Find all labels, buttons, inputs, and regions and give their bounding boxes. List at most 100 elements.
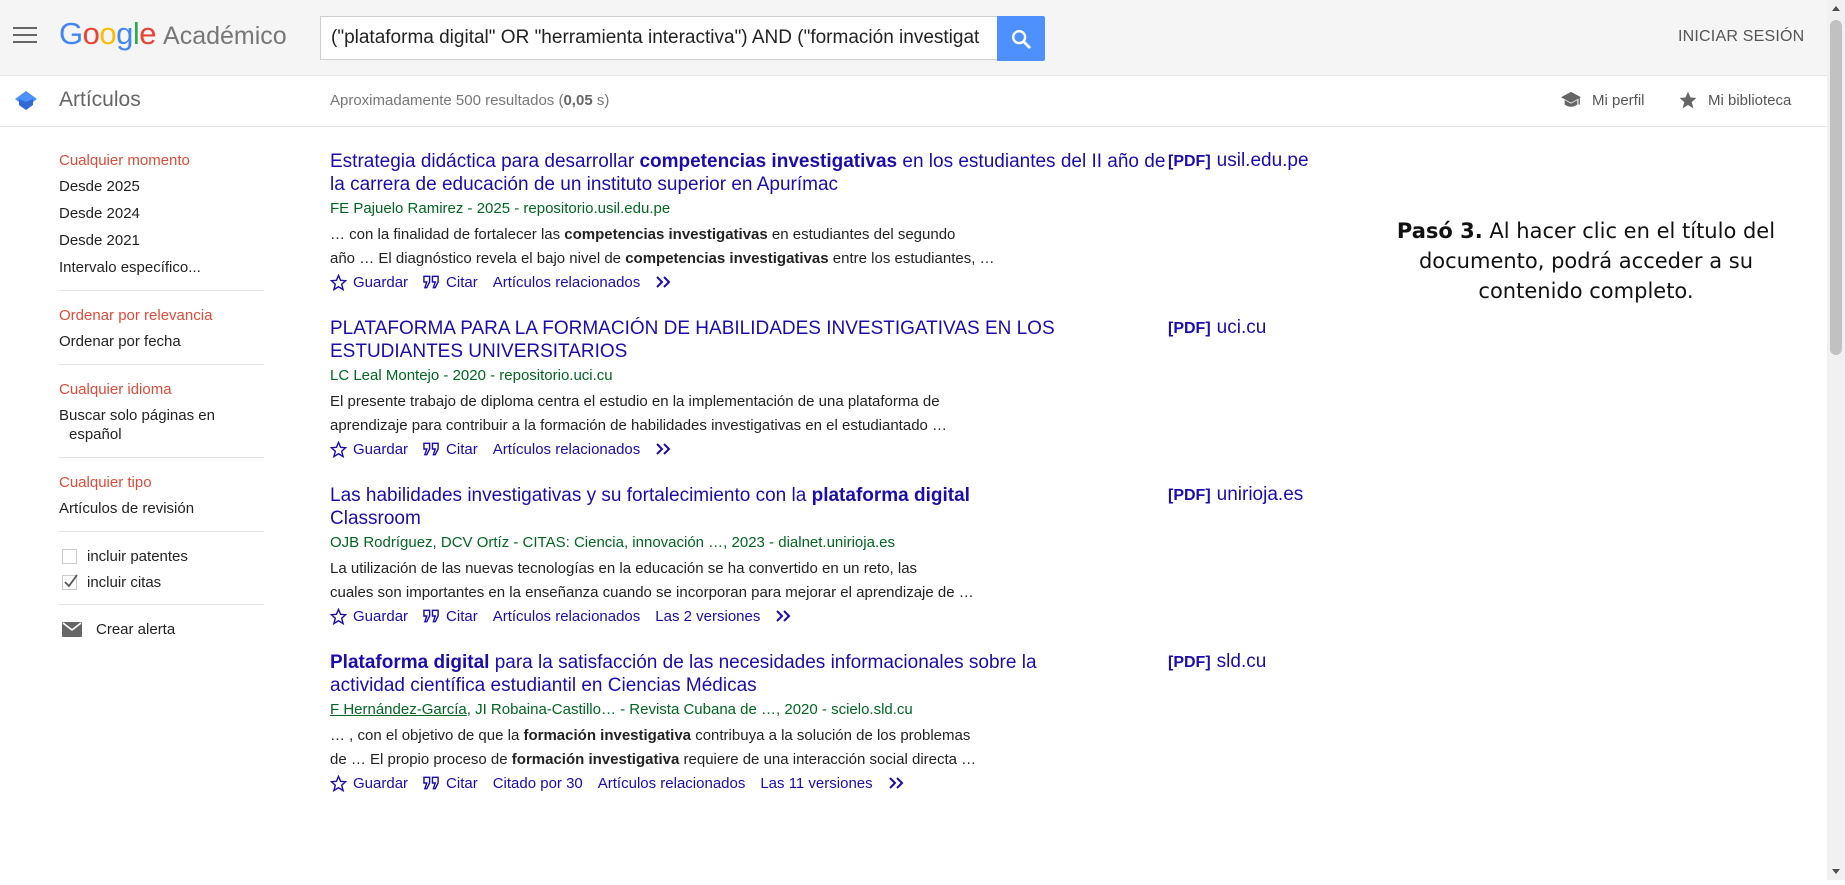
divider	[59, 457, 264, 458]
cite-button[interactable]: Citar	[423, 274, 478, 291]
search-box	[320, 16, 997, 60]
cited-by-link[interactable]: Citado por 30	[493, 775, 583, 792]
result-snippet: La utilización de las nuevas tecnologías…	[330, 560, 974, 601]
sub-bar: Artículos Aproximadamente 500 resultados…	[0, 76, 1827, 127]
result-title[interactable]: PLATAFORMA PARA LA FORMACIÓN DE HABILIDA…	[330, 317, 1090, 363]
pdf-link[interactable]: [PDF] usil.edu.pe	[1168, 150, 1309, 172]
more-options-icon[interactable]	[655, 275, 679, 289]
versions-link[interactable]: Las 2 versiones	[655, 608, 760, 625]
my-library-link[interactable]: Mi biblioteca	[1678, 90, 1791, 110]
save-button[interactable]: Guardar	[330, 440, 408, 458]
related-articles-link[interactable]: Artículos relacionados	[598, 775, 746, 792]
quote-icon	[423, 275, 439, 289]
quote-icon	[423, 776, 439, 790]
filter-since-2025[interactable]: Desde 2025	[59, 177, 264, 196]
result-item: PLATAFORMA PARA LA FORMACIÓN DE HABILIDA…	[330, 317, 1266, 460]
versions-link[interactable]: Las 11 versiones	[760, 775, 872, 792]
related-articles-link[interactable]: Artículos relacionados	[493, 441, 641, 458]
filter-spanish-only[interactable]: Buscar solo páginas en español	[59, 406, 264, 444]
results-list: Estrategia didáctica para desarrollar co…	[330, 150, 1309, 818]
author-link[interactable]: F Hernández-García	[330, 701, 467, 718]
my-profile-link[interactable]: Mi perfil	[1560, 90, 1645, 110]
search-input[interactable]	[321, 17, 997, 59]
pdf-link[interactable]: [PDF] uci.cu	[1168, 317, 1266, 339]
result-actions: Guardar Citar Artículos relacionados Las…	[330, 605, 1170, 627]
more-options-icon[interactable]	[655, 442, 679, 456]
my-library-label: Mi biblioteca	[1708, 91, 1792, 109]
cite-button[interactable]: Citar	[423, 608, 478, 625]
pdf-link[interactable]: [PDF] sld.cu	[1168, 651, 1266, 673]
quote-icon	[423, 442, 439, 456]
quote-icon	[423, 609, 439, 623]
tutorial-annotation: Pasó 3. Al hacer clic en el título del d…	[1380, 216, 1792, 306]
result-item: Estrategia didáctica para desarrollar co…	[330, 150, 1309, 293]
pdf-link[interactable]: [PDF] unirioja.es	[1168, 484, 1303, 506]
divider	[59, 364, 264, 365]
envelope-icon	[62, 622, 82, 637]
cite-button[interactable]: Citar	[423, 441, 478, 458]
result-actions: Guardar Citar Citado por 30 Artículos re…	[330, 772, 1170, 794]
result-title[interactable]: Las habilidades investigativas y su fort…	[330, 484, 1050, 530]
star-outline-icon	[330, 774, 347, 792]
top-bar: Google Académico INICIAR SESIÓN	[0, 0, 1827, 76]
result-authors: LC Leal Montejo - 2020 - repositorio.uci…	[330, 367, 613, 384]
filter-any-time[interactable]: Cualquier momento	[59, 152, 264, 169]
sort-by-date[interactable]: Ordenar por fecha	[59, 332, 264, 351]
sort-by-relevance[interactable]: Ordenar por relevancia	[59, 307, 264, 324]
star-outline-icon	[330, 607, 347, 625]
checkbox-checked[interactable]	[62, 574, 78, 590]
result-item: Plataforma digital para la satisfacción …	[330, 651, 1266, 794]
filter-since-2024[interactable]: Desde 2024	[59, 204, 264, 223]
include-citations-checkbox[interactable]: incluir citas	[59, 574, 264, 591]
result-snippet: … con la finalidad de fortalecer las com…	[330, 226, 995, 267]
result-title[interactable]: Plataforma digital para la satisfacción …	[330, 651, 1040, 697]
graduation-cap-icon	[1561, 91, 1581, 107]
filter-any-language[interactable]: Cualquier idioma	[59, 381, 264, 398]
star-outline-icon	[330, 273, 347, 291]
divider	[59, 290, 264, 291]
star-icon	[1679, 91, 1697, 109]
signin-button[interactable]: INICIAR SESIÓN	[1678, 28, 1804, 46]
section-title: Artículos	[59, 88, 141, 111]
articles-icon	[15, 91, 37, 110]
cite-button[interactable]: Citar	[423, 775, 478, 792]
include-patents-checkbox[interactable]: incluir patentes	[59, 548, 264, 565]
filter-custom-range[interactable]: Intervalo específico...	[59, 258, 264, 277]
result-authors: F Hernández-García, JI Robaina-Castillo……	[330, 701, 913, 718]
result-authors: FE Pajuelo Ramirez - 2025 - repositorio.…	[330, 200, 671, 217]
filter-any-type[interactable]: Cualquier tipo	[59, 474, 264, 491]
result-authors: OJB Rodríguez, DCV Ortíz - CITAS: Cienci…	[330, 534, 895, 551]
create-alert-link[interactable]: Crear alerta	[59, 621, 264, 638]
search-icon	[1012, 30, 1031, 49]
checkmark-icon	[64, 574, 78, 588]
filter-since-2021[interactable]: Desde 2021	[59, 231, 264, 250]
save-button[interactable]: Guardar	[330, 273, 408, 291]
results-count: Aproximadamente 500 resultados (0,05 s)	[330, 92, 610, 109]
vertical-scrollbar[interactable]	[1827, 0, 1845, 880]
more-options-icon[interactable]	[888, 776, 912, 790]
result-snippet: El presente trabajo de diploma centra el…	[330, 393, 948, 434]
search-button[interactable]	[997, 16, 1045, 61]
scroll-up-arrow-icon[interactable]	[1827, 0, 1845, 18]
logo-google: Google	[59, 16, 157, 51]
result-title[interactable]: Estrategia didáctica para desarrollar co…	[330, 150, 1170, 196]
more-options-icon[interactable]	[775, 609, 799, 623]
related-articles-link[interactable]: Artículos relacionados	[493, 608, 641, 625]
filters-sidebar: Cualquier momento Desde 2025 Desde 2024 …	[59, 152, 264, 638]
divider	[59, 531, 264, 532]
scroll-down-arrow-icon[interactable]	[1827, 862, 1845, 880]
divider	[59, 604, 264, 605]
related-articles-link[interactable]: Artículos relacionados	[493, 274, 641, 291]
save-button[interactable]: Guardar	[330, 607, 408, 625]
result-actions: Guardar Citar Artículos relacionados	[330, 271, 1170, 293]
my-profile-label: Mi perfil	[1592, 91, 1645, 109]
google-scholar-logo[interactable]: Google Académico	[59, 16, 287, 56]
filter-review-articles[interactable]: Artículos de revisión	[59, 499, 264, 518]
checkbox-unchecked[interactable]	[62, 549, 77, 564]
scroll-thumb[interactable]	[1830, 20, 1842, 355]
logo-product-name: Académico	[163, 22, 287, 50]
result-actions: Guardar Citar Artículos relacionados	[330, 438, 1170, 460]
result-item: Las habilidades investigativas y su fort…	[330, 484, 1303, 627]
menu-icon[interactable]	[13, 27, 37, 45]
save-button[interactable]: Guardar	[330, 774, 408, 792]
